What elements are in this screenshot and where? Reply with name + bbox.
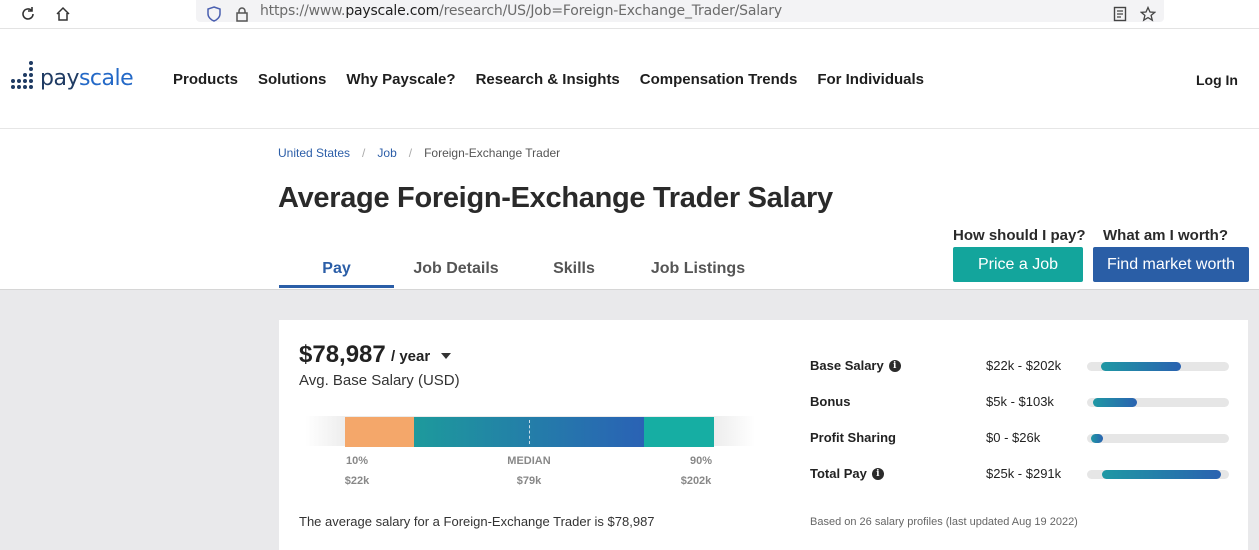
reload-icon[interactable] (16, 2, 40, 26)
url-text[interactable]: https://www.payscale.com/research/US/Job… (260, 3, 782, 19)
bonus-label: Bonus (810, 394, 851, 409)
price-a-job-button[interactable]: Price a Job (953, 247, 1083, 282)
site-header: payscale Products Solutions Why Payscale… (0, 29, 1259, 129)
bonus-bar (1087, 398, 1229, 407)
percentile-10-value: $22k (344, 475, 370, 487)
salary-amount: $78,987 (299, 341, 386, 368)
reader-view-icon[interactable] (1108, 2, 1132, 26)
login-link[interactable]: Log In (1196, 72, 1238, 88)
base-salary-range: $22k - $202k (986, 358, 1062, 373)
breadcrumb-united-states[interactable]: United States (278, 146, 350, 160)
total-pay-label: Total Pay i (810, 466, 884, 481)
percentile-10-label: 10% (345, 455, 369, 467)
median-label: MEDIAN (507, 455, 551, 467)
page-title: Average Foreign-Exchange Trader Salary (278, 182, 833, 214)
range-segment-low (345, 417, 414, 447)
worth-question: What am I worth? (1103, 227, 1228, 244)
find-market-worth-button[interactable]: Find market worth (1093, 247, 1249, 282)
tab-pay[interactable]: Pay (279, 250, 394, 288)
logo-wordmark: payscale (40, 65, 134, 91)
bookmark-star-icon[interactable] (1136, 2, 1160, 26)
average-salary-sentence: The average salary for a Foreign-Exchang… (299, 514, 655, 529)
info-icon[interactable]: i (871, 467, 884, 480)
total-pay-bar (1087, 470, 1229, 479)
breadcrumb-job[interactable]: Job (377, 146, 396, 160)
total-pay-bar-fill (1102, 470, 1221, 479)
base-salary-label: Base Salary i (810, 358, 901, 373)
percentile-90-label: 90% (689, 455, 713, 467)
breadcrumb-separator: / (362, 146, 366, 160)
base-salary-bar (1087, 362, 1229, 371)
median-marker (529, 420, 530, 444)
url-host: payscale.com (345, 3, 440, 19)
median-value: $79k (516, 475, 542, 487)
price-question: How should I pay? (953, 227, 1086, 244)
total-pay-range: $25k - $291k (986, 466, 1062, 481)
url-path: /research/US/Job=Foreign-Exchange_Trader… (439, 3, 782, 19)
shield-icon[interactable] (202, 2, 226, 26)
nav-products[interactable]: Products (173, 71, 238, 88)
info-icon[interactable]: i (888, 359, 901, 372)
range-segment-high (644, 417, 714, 447)
base-salary-bar-fill (1100, 362, 1182, 371)
caret-down-icon[interactable] (441, 353, 451, 359)
logo-dots-icon (11, 59, 37, 91)
profit-sharing-label: Profit Sharing (810, 430, 896, 445)
nav-why-payscale[interactable]: Why Payscale? (346, 71, 455, 88)
tab-job-details[interactable]: Job Details (403, 250, 509, 288)
profit-sharing-bar (1087, 434, 1229, 443)
profit-sharing-range: $0 - $26k (986, 430, 1041, 445)
payscale-logo[interactable]: payscale (11, 59, 134, 91)
lock-icon (230, 2, 254, 26)
nav-compensation-trends[interactable]: Compensation Trends (640, 71, 798, 88)
percentile-90-value: $202k (680, 475, 712, 487)
browser-toolbar: https://www.payscale.com/research/US/Job… (0, 0, 1259, 29)
salary-footnote: Based on 26 salary profiles (last update… (810, 516, 1078, 528)
breadcrumb-current: Foreign-Exchange Trader (424, 146, 561, 160)
tab-job-listings[interactable]: Job Listings (641, 250, 755, 288)
salary-subtitle: Avg. Base Salary (USD) (299, 372, 460, 389)
home-icon[interactable] (51, 2, 75, 26)
bonus-bar-fill (1093, 398, 1137, 407)
nav-research-insights[interactable]: Research & Insights (476, 71, 620, 88)
nav-for-individuals[interactable]: For Individuals (817, 71, 924, 88)
breadcrumb: United States / Job / Foreign-Exchange T… (278, 146, 560, 160)
bonus-range: $5k - $103k (986, 394, 1054, 409)
tab-skills[interactable]: Skills (534, 250, 614, 288)
profit-sharing-bar-fill (1091, 434, 1103, 443)
main-nav: Products Solutions Why Payscale? Researc… (173, 71, 944, 88)
url-prefix: https://www. (260, 3, 346, 19)
breadcrumb-separator: / (408, 146, 413, 160)
nav-solutions[interactable]: Solutions (258, 71, 326, 88)
salary-period-selector[interactable]: / year (391, 348, 430, 365)
